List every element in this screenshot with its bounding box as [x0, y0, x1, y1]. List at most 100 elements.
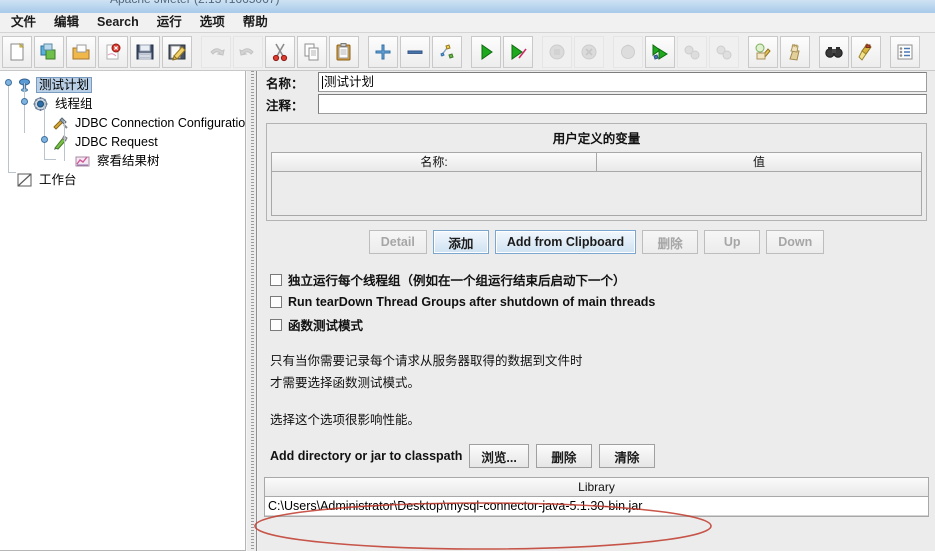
- copy-icon: [302, 42, 322, 62]
- menu-run[interactable]: 运行: [148, 13, 191, 32]
- menu-edit[interactable]: 编辑: [45, 13, 88, 32]
- clear-library-button[interactable]: 清除: [598, 444, 655, 468]
- new-document-icon: [7, 42, 27, 62]
- test-plan-options: 独立运行每个线程组（例如在一个组运行结束后启动下一个） Run tearDown …: [258, 254, 935, 334]
- toggle-button[interactable]: [432, 35, 462, 68]
- thread-group-icon: [32, 96, 49, 112]
- add-button[interactable]: 添加: [432, 230, 489, 254]
- menu-file[interactable]: 文件: [2, 13, 45, 32]
- library-table[interactable]: Library C:\Users\Administrator\Desktop\m…: [264, 477, 929, 517]
- udv-table-header: 名称: 值: [272, 153, 921, 172]
- help-line: 只有当你需要记录每个请求从服务器取得的数据到文件时: [270, 354, 583, 368]
- expand-all-icon: [373, 42, 393, 62]
- tree-node-view-results-tree[interactable]: 察看结果树: [0, 151, 245, 170]
- cut-icon: [270, 42, 290, 62]
- search-reset-icon: [856, 42, 876, 62]
- search-button[interactable]: [819, 35, 849, 68]
- save-icon: [135, 42, 155, 62]
- menu-bar: 文件 编辑 Search 运行 选项 帮助: [0, 13, 935, 33]
- save-as-button[interactable]: [162, 35, 192, 68]
- udv-table-body[interactable]: [272, 172, 921, 215]
- new-document-button[interactable]: [2, 35, 32, 68]
- tree-node-jdbc-request[interactable]: JDBC Request: [0, 132, 245, 151]
- functional-mode-note: 选择这个选项很影响性能。: [270, 413, 421, 427]
- udv-button-row: Detail 添加 Add from Clipboard 删除 Up Down: [258, 221, 935, 254]
- tree-expand-handle[interactable]: [39, 134, 50, 145]
- shutdown-icon: [579, 42, 599, 62]
- shutdown-all-remote-button: [709, 35, 739, 68]
- name-input[interactable]: 测试计划: [318, 72, 927, 92]
- function-helper-icon: [895, 42, 915, 62]
- tree-connector: [8, 83, 9, 173]
- checkbox-run-teardown[interactable]: Run tearDown Thread Groups after shutdow…: [258, 289, 935, 309]
- tree-connector: [44, 102, 45, 160]
- functional-mode-help: 只有当你需要记录每个请求从服务器取得的数据到文件时 才需要选择函数测试模式。: [258, 334, 935, 393]
- checkbox-box[interactable]: [270, 296, 282, 308]
- tree-node-thread-group[interactable]: 线程组: [0, 94, 245, 113]
- collapse-all-button[interactable]: [400, 35, 430, 68]
- classpath-row: Add directory or jar to classpath 浏览... 删…: [258, 430, 935, 468]
- jmeter-window: Apache JMeter (2.13 r1665067) 文件编辑Search…: [0, 0, 935, 551]
- tree-node-jdbc-connection-configuration[interactable]: JDBC Connection Configuration: [0, 113, 245, 132]
- menu-search[interactable]: Search: [88, 13, 148, 32]
- cut-button[interactable]: [265, 35, 295, 68]
- close-document-button[interactable]: [98, 35, 128, 68]
- stop-icon: [547, 42, 567, 62]
- expand-all-button[interactable]: [368, 35, 398, 68]
- checkbox-serialize-thread-groups[interactable]: 独立运行每个线程组（例如在一个组运行结束后启动下一个）: [258, 264, 935, 289]
- start-button[interactable]: [471, 35, 501, 68]
- browse-button[interactable]: 浏览...: [469, 444, 529, 468]
- clear-all-button[interactable]: [780, 35, 810, 68]
- name-field-row: 名称： 测试计划: [258, 71, 935, 93]
- undo-button: [201, 35, 231, 68]
- tree-expand-handle[interactable]: [3, 77, 14, 88]
- library-rows[interactable]: C:\Users\Administrator\Desktop\mysql-con…: [265, 497, 928, 516]
- toolbar-separator: [534, 36, 541, 68]
- stop-button: [542, 35, 572, 68]
- menu-help[interactable]: 帮助: [234, 13, 277, 32]
- paste-button[interactable]: [329, 35, 359, 68]
- stop-all-remote-button: [677, 35, 707, 68]
- tree-expand-handle[interactable]: [19, 96, 30, 107]
- search-reset-button[interactable]: [851, 35, 881, 68]
- checkbox-functional-test-mode[interactable]: 函数测试模式: [258, 309, 935, 334]
- delete-library-button[interactable]: 删除: [535, 444, 592, 468]
- view-results-tree-icon: [74, 153, 91, 169]
- user-defined-variables-group: 用户定义的变量 名称: 值: [266, 123, 927, 221]
- test-plan-tree[interactable]: 测试计划 线程组 JDBC Connection Configuration JDBC…: [0, 71, 245, 189]
- udv-column-header[interactable]: 值: [597, 153, 921, 172]
- copy-button[interactable]: [297, 35, 327, 68]
- clear-all-icon: [785, 42, 805, 62]
- sampler-icon: [52, 134, 69, 150]
- pane-splitter[interactable]: [246, 71, 257, 551]
- tree-node-label: 工作台: [39, 172, 77, 187]
- user-defined-variables-table[interactable]: 名称: 值: [271, 152, 922, 216]
- clear-button[interactable]: [748, 35, 778, 68]
- toolbar-separator: [360, 36, 367, 68]
- tree-node-test-plan[interactable]: 测试计划: [0, 75, 245, 94]
- tree-node-workbench[interactable]: 工作台: [0, 170, 245, 189]
- toolbar-separator: [463, 36, 470, 68]
- redo-button: [233, 35, 263, 68]
- udv-column-header[interactable]: 名称:: [272, 153, 597, 172]
- toolbar: [0, 33, 935, 71]
- tree-node-label: 察看结果树: [97, 153, 160, 168]
- checkbox-box[interactable]: [270, 318, 282, 331]
- comment-input[interactable]: [318, 94, 927, 114]
- start-remote-button[interactable]: [645, 35, 675, 68]
- checkbox-box[interactable]: [270, 273, 282, 286]
- workbench-icon: [16, 172, 33, 188]
- function-helper-button[interactable]: [890, 35, 920, 68]
- stop-remote-button: [613, 35, 643, 68]
- library-row[interactable]: C:\Users\Administrator\Desktop\mysql-con…: [265, 497, 928, 516]
- add-from-clipboard-button[interactable]: Add from Clipboard: [494, 230, 637, 254]
- save-button[interactable]: [130, 35, 160, 68]
- templates-button[interactable]: [34, 35, 64, 68]
- test-plan-tree-pane[interactable]: 测试计划 线程组 JDBC Connection Configuration JDBC…: [0, 71, 246, 551]
- detail-button: Detail: [368, 230, 427, 254]
- menu-options[interactable]: 选项: [191, 13, 234, 32]
- user-defined-variables-title: 用户定义的变量: [552, 132, 641, 146]
- window-title-bar: Apache JMeter (2.13 r1665067): [0, 0, 935, 13]
- start-no-pauses-button[interactable]: [503, 35, 533, 68]
- open-folder-button[interactable]: [66, 35, 96, 68]
